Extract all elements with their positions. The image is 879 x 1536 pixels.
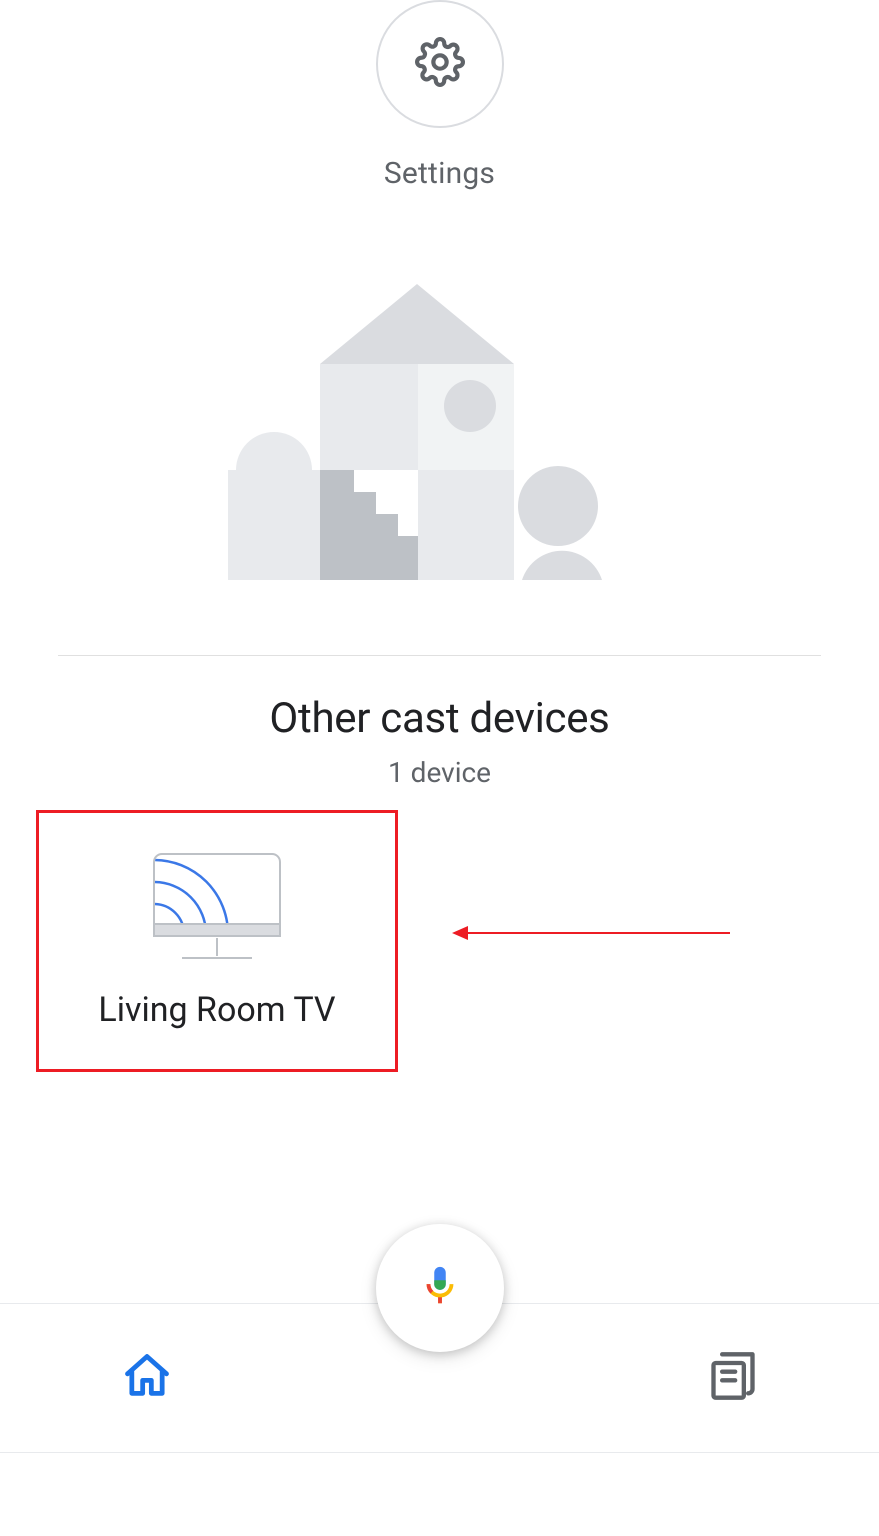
- gear-icon: [415, 37, 465, 91]
- home-illustration: [228, 284, 606, 584]
- nav-home-tab[interactable]: [0, 1304, 293, 1452]
- assistant-mic-button[interactable]: [376, 1224, 504, 1352]
- microphone-icon: [417, 1263, 463, 1313]
- divider: [58, 655, 821, 656]
- home-icon: [121, 1350, 173, 1406]
- settings-button[interactable]: [376, 0, 504, 128]
- settings-block: Settings: [376, 0, 504, 191]
- device-tile-living-room-tv[interactable]: Living Room TV: [36, 810, 398, 1072]
- nav-activity-tab[interactable]: [586, 1304, 879, 1452]
- annotation-arrow: [452, 918, 732, 948]
- cast-tv-icon: [152, 852, 282, 964]
- section-subtitle: 1 device: [0, 756, 879, 789]
- feed-icon: [707, 1350, 759, 1406]
- device-label: Living Room TV: [98, 990, 335, 1030]
- section-title: Other cast devices: [0, 694, 879, 743]
- settings-label: Settings: [376, 156, 504, 191]
